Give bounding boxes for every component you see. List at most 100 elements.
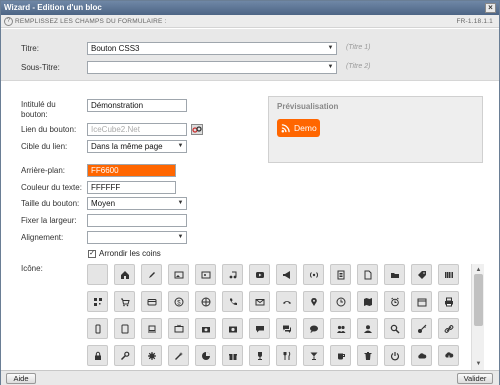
sous-titre-select[interactable]: ▼	[87, 61, 337, 74]
icon-grid-scrollbar[interactable]: ▲ ▼	[471, 264, 484, 370]
icon-option-credit-card[interactable]	[141, 291, 162, 312]
icon-option-map[interactable]	[357, 291, 378, 312]
icon-option-photo[interactable]	[222, 318, 243, 339]
music-icon	[229, 271, 237, 279]
icon-option-gift[interactable]	[222, 345, 243, 366]
close-button[interactable]: ×	[485, 3, 496, 13]
intitule-input[interactable]: Démonstration	[87, 99, 187, 112]
icon-option-music[interactable]	[222, 264, 243, 285]
version-label: FR-1.18.1.1	[456, 18, 493, 25]
picture-icon	[201, 271, 211, 279]
icon-option-picture[interactable]	[195, 264, 216, 285]
lien-input[interactable]: IceCube2.Net	[87, 123, 187, 136]
icon-option-qrcode[interactable]	[87, 291, 108, 312]
cible-select[interactable]: Dans la même page ▼	[87, 140, 187, 153]
arrondir-checkbox[interactable]: ✓	[88, 250, 96, 258]
link-picker-button[interactable]	[191, 124, 203, 135]
icon-option-comment[interactable]	[249, 318, 270, 339]
icon-option-key[interactable]	[411, 318, 432, 339]
icon-option-tablet[interactable]	[114, 318, 135, 339]
file-icon	[364, 270, 372, 280]
icon-option-printer[interactable]	[438, 291, 459, 312]
icon-option-alarm[interactable]	[384, 291, 405, 312]
icon-option-megaphone[interactable]	[276, 264, 297, 285]
icon-option-mail[interactable]	[249, 291, 270, 312]
largeur-input[interactable]	[87, 214, 187, 227]
icon-option-home[interactable]	[114, 264, 135, 285]
hangup-icon	[283, 301, 291, 304]
icon-option-search[interactable]	[384, 318, 405, 339]
icon-option-laptop[interactable]	[141, 318, 162, 339]
icon-option-document[interactable]	[330, 264, 351, 285]
icon-option-magic[interactable]	[168, 345, 189, 366]
cloud-download-icon	[445, 352, 454, 361]
icon-option-mobile[interactable]	[87, 318, 108, 339]
home-icon	[121, 271, 129, 279]
arriere-plan-input[interactable]: FF6600	[87, 164, 176, 177]
icon-option-tv[interactable]	[168, 318, 189, 339]
scroll-down-icon[interactable]: ▼	[473, 359, 484, 369]
sous-titre-hint: (Titre 2)	[346, 63, 371, 70]
power-icon	[390, 352, 400, 361]
icon-option-link[interactable]	[438, 318, 459, 339]
globe-icon	[201, 297, 211, 307]
icon-option-lock[interactable]	[87, 345, 108, 366]
icon-option-broadcast[interactable]	[303, 264, 324, 285]
icon-option-file[interactable]	[357, 264, 378, 285]
valider-button[interactable]: Valider	[457, 373, 493, 384]
mail-icon	[255, 299, 265, 306]
user-icon	[364, 325, 372, 333]
icon-option-comments[interactable]	[276, 318, 297, 339]
cutlery-icon	[283, 351, 291, 360]
icon-option-cloud-download[interactable]	[438, 345, 459, 366]
footer-bar: Aide Valider	[1, 370, 499, 385]
alignement-select[interactable]: ▼	[87, 231, 187, 244]
arriere-plan-label: Arrière-plan:	[21, 166, 66, 175]
chevron-down-icon: ▼	[177, 143, 184, 149]
icon-option-tag[interactable]	[411, 264, 432, 285]
icon-option-image[interactable]	[168, 264, 189, 285]
preview-title: Prévisualisation	[277, 102, 339, 111]
title-section: Titre: Bouton CSS3 ▼ (Titre 1) Sous-Titre…	[1, 29, 499, 81]
icon-option-glass[interactable]	[303, 345, 324, 366]
icon-option-globe[interactable]	[195, 291, 216, 312]
icon-option-gear[interactable]	[141, 345, 162, 366]
icon-option-cutlery[interactable]	[276, 345, 297, 366]
icon-option-wrench[interactable]	[114, 345, 135, 366]
icon-option-play[interactable]	[249, 264, 270, 285]
aide-button[interactable]: Aide	[6, 373, 36, 384]
preview-demo-button[interactable]: Demo	[277, 119, 320, 137]
icon-option-pie-chart[interactable]	[195, 345, 216, 366]
icon-option-chat[interactable]	[303, 318, 324, 339]
icon-option-phone[interactable]	[222, 291, 243, 312]
icon-option-barcode[interactable]	[438, 264, 459, 285]
icon-option-user[interactable]	[357, 318, 378, 339]
icon-option-folder[interactable]	[384, 264, 405, 285]
icon-option-pencil[interactable]	[141, 264, 162, 285]
icon-option-cloud[interactable]	[411, 345, 432, 366]
icon-option-camera[interactable]	[195, 318, 216, 339]
link-icon	[444, 325, 454, 333]
couleur-texte-input[interactable]: FFFFFF	[87, 181, 176, 194]
icon-option-clock[interactable]	[330, 291, 351, 312]
chevron-down-icon: ▼	[327, 45, 334, 51]
icon-option-trash[interactable]	[357, 345, 378, 366]
taille-select[interactable]: Moyen ▼	[87, 197, 187, 210]
icon-option-users[interactable]	[330, 318, 351, 339]
icon-option-calendar[interactable]	[411, 291, 432, 312]
icon-option-hangup[interactable]	[276, 291, 297, 312]
icon-option-dollar[interactable]: $	[168, 291, 189, 312]
icon-option-power[interactable]	[384, 345, 405, 366]
icon-option-trophy[interactable]	[249, 345, 270, 366]
tablet-icon	[121, 324, 129, 334]
icon-option-cart[interactable]	[114, 291, 135, 312]
icon-option-cup[interactable]	[330, 345, 351, 366]
laptop-icon	[148, 325, 156, 333]
search-icon	[390, 324, 400, 334]
scroll-thumb[interactable]	[474, 274, 483, 326]
cloud-icon	[418, 353, 427, 359]
icon-option-none[interactable]	[87, 264, 108, 285]
titre-select[interactable]: Bouton CSS3 ▼	[87, 42, 337, 55]
icon-option-pin[interactable]	[303, 291, 324, 312]
link-icon	[192, 126, 202, 133]
